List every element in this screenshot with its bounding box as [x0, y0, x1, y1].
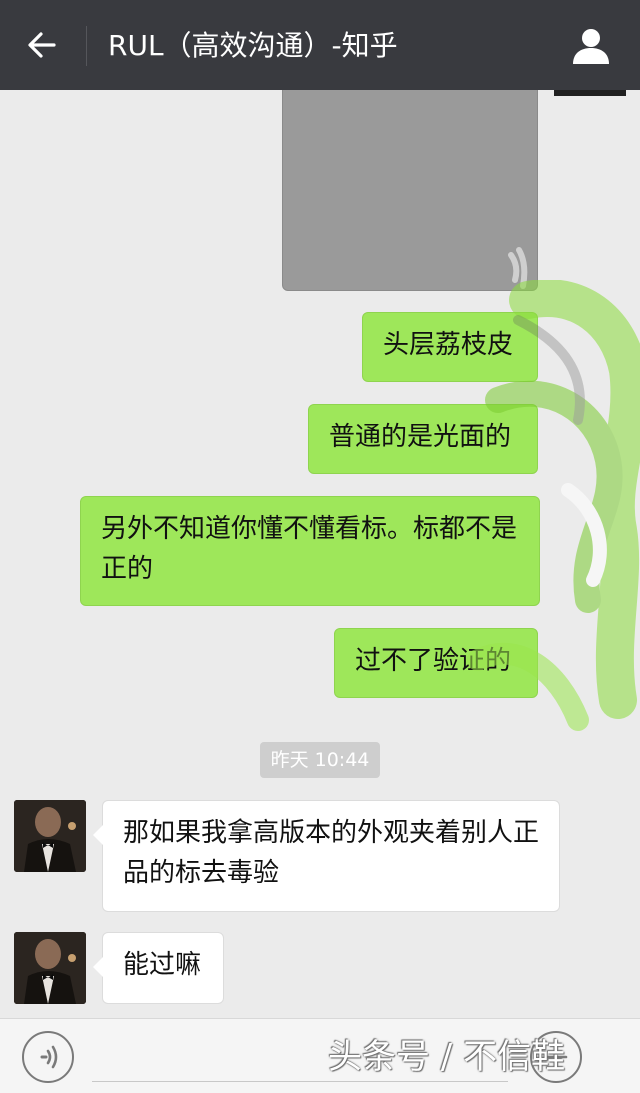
image-scribble	[508, 247, 528, 289]
clipped-element	[554, 90, 626, 96]
message-text: 另外不知道你懂不懂看标。标都不是正的	[101, 514, 518, 584]
message-text: 过不了验证的	[355, 646, 512, 676]
avatar[interactable]	[14, 800, 86, 872]
person-icon[interactable]	[570, 26, 612, 66]
avatar[interactable]	[14, 932, 86, 1004]
voice-button[interactable]	[22, 1031, 74, 1083]
message-list[interactable]: 头层荔枝皮 普通的是光面的 另外不知道你懂不懂看标。标都不是正的 过不了验证的 …	[0, 90, 640, 1018]
message-text: 头层荔枝皮	[383, 330, 514, 360]
arrow-left-icon[interactable]	[24, 27, 60, 63]
message-bubble-incoming[interactable]: 那如果我拿高版本的外观夹着别人正品的标去毒验	[93, 800, 560, 912]
message-bubble-outgoing[interactable]: 普通的是光面的	[308, 404, 538, 474]
watermark: 头条号 / 不信鞋	[328, 1037, 566, 1077]
message-bubble-outgoing[interactable]: 另外不知道你懂不懂看标。标都不是正的	[80, 496, 540, 606]
input-bar: 头条号 / 不信鞋	[0, 1018, 640, 1093]
message-bubble-incoming[interactable]: 能过嘛	[93, 932, 224, 1004]
message-text: 那如果我拿高版本的外观夹着别人正品的标去毒验	[123, 818, 540, 888]
image-message[interactable]	[282, 90, 538, 291]
message-text: 能过嘛	[123, 950, 202, 980]
timestamp: 昨天 10:44	[260, 742, 380, 778]
voice-icon	[40, 1045, 58, 1069]
header-divider	[86, 26, 87, 66]
message-text: 普通的是光面的	[329, 422, 512, 452]
chat-header: RUL（高效沟通）-知乎	[0, 0, 640, 90]
message-bubble-outgoing[interactable]: 头层荔枝皮	[362, 312, 538, 382]
chat-title: RUL（高效沟通）-知乎	[108, 29, 398, 62]
message-bubble-outgoing[interactable]: 过不了验证的	[334, 628, 538, 698]
